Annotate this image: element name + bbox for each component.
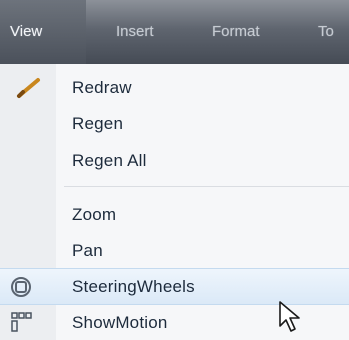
menu-format[interactable]: Format	[212, 23, 260, 40]
showmotion-icon	[10, 310, 34, 339]
menu-item-pan[interactable]: Pan	[0, 233, 349, 268]
menu-item-label: Redraw	[72, 78, 132, 97]
steering-wheels-icon	[10, 276, 32, 303]
mouse-cursor-icon	[278, 300, 304, 339]
menu-insert[interactable]: Insert	[116, 23, 154, 40]
menu-item-regen[interactable]: Regen	[0, 106, 349, 141]
menu-tools[interactable]: To	[318, 23, 334, 40]
menu-item-zoom[interactable]: Zoom	[0, 197, 349, 232]
menu-item-regen-all[interactable]: Regen All	[0, 143, 349, 178]
pencil-icon	[14, 76, 44, 105]
menu-separator	[64, 186, 349, 187]
menu-item-label: Zoom	[72, 205, 117, 224]
menu-item-label: ShowMotion	[72, 313, 168, 332]
menu-item-label: Regen All	[72, 151, 147, 170]
menu-view[interactable]: View	[10, 23, 42, 40]
menu-item-label: Regen	[72, 114, 124, 133]
menu-item-redraw[interactable]: Redraw	[0, 70, 349, 105]
menu-item-label: SteeringWheels	[72, 277, 195, 296]
menu-bar: View Insert Format To	[0, 0, 349, 64]
menu-item-label: Pan	[72, 241, 103, 260]
